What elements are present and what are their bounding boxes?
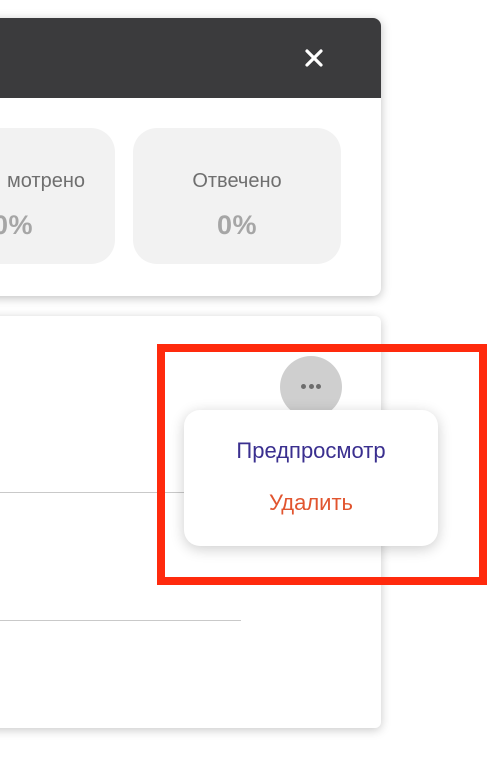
divider bbox=[0, 620, 241, 621]
stat-card-viewed: мотрено 0% bbox=[0, 128, 115, 264]
more-horizontal-icon bbox=[308, 384, 314, 389]
stat-value-viewed: 0% bbox=[0, 210, 33, 240]
content-panel: Предпросмотр Удалить bbox=[0, 316, 438, 728]
more-horizontal-icon bbox=[316, 384, 321, 389]
preview-menu-item[interactable]: Предпросмотр bbox=[184, 438, 438, 464]
delete-menu-item[interactable]: Удалить bbox=[184, 490, 438, 516]
stat-card-answered: Отвечено 0% bbox=[133, 128, 341, 264]
stats-panel: мотрено 0% Отвечено 0% bbox=[0, 18, 381, 296]
stat-label-viewed: мотрено bbox=[6, 170, 85, 192]
stat-value-answered: 0% bbox=[216, 210, 258, 240]
more-horizontal-icon bbox=[301, 384, 306, 389]
panel-header bbox=[0, 18, 381, 98]
close-button[interactable] bbox=[298, 42, 330, 74]
stat-label-answered: Отвечено bbox=[192, 170, 282, 192]
divider bbox=[0, 492, 200, 493]
close-icon bbox=[305, 49, 323, 67]
more-options-button[interactable] bbox=[280, 356, 342, 418]
actions-dropdown: Предпросмотр Удалить bbox=[184, 410, 438, 546]
